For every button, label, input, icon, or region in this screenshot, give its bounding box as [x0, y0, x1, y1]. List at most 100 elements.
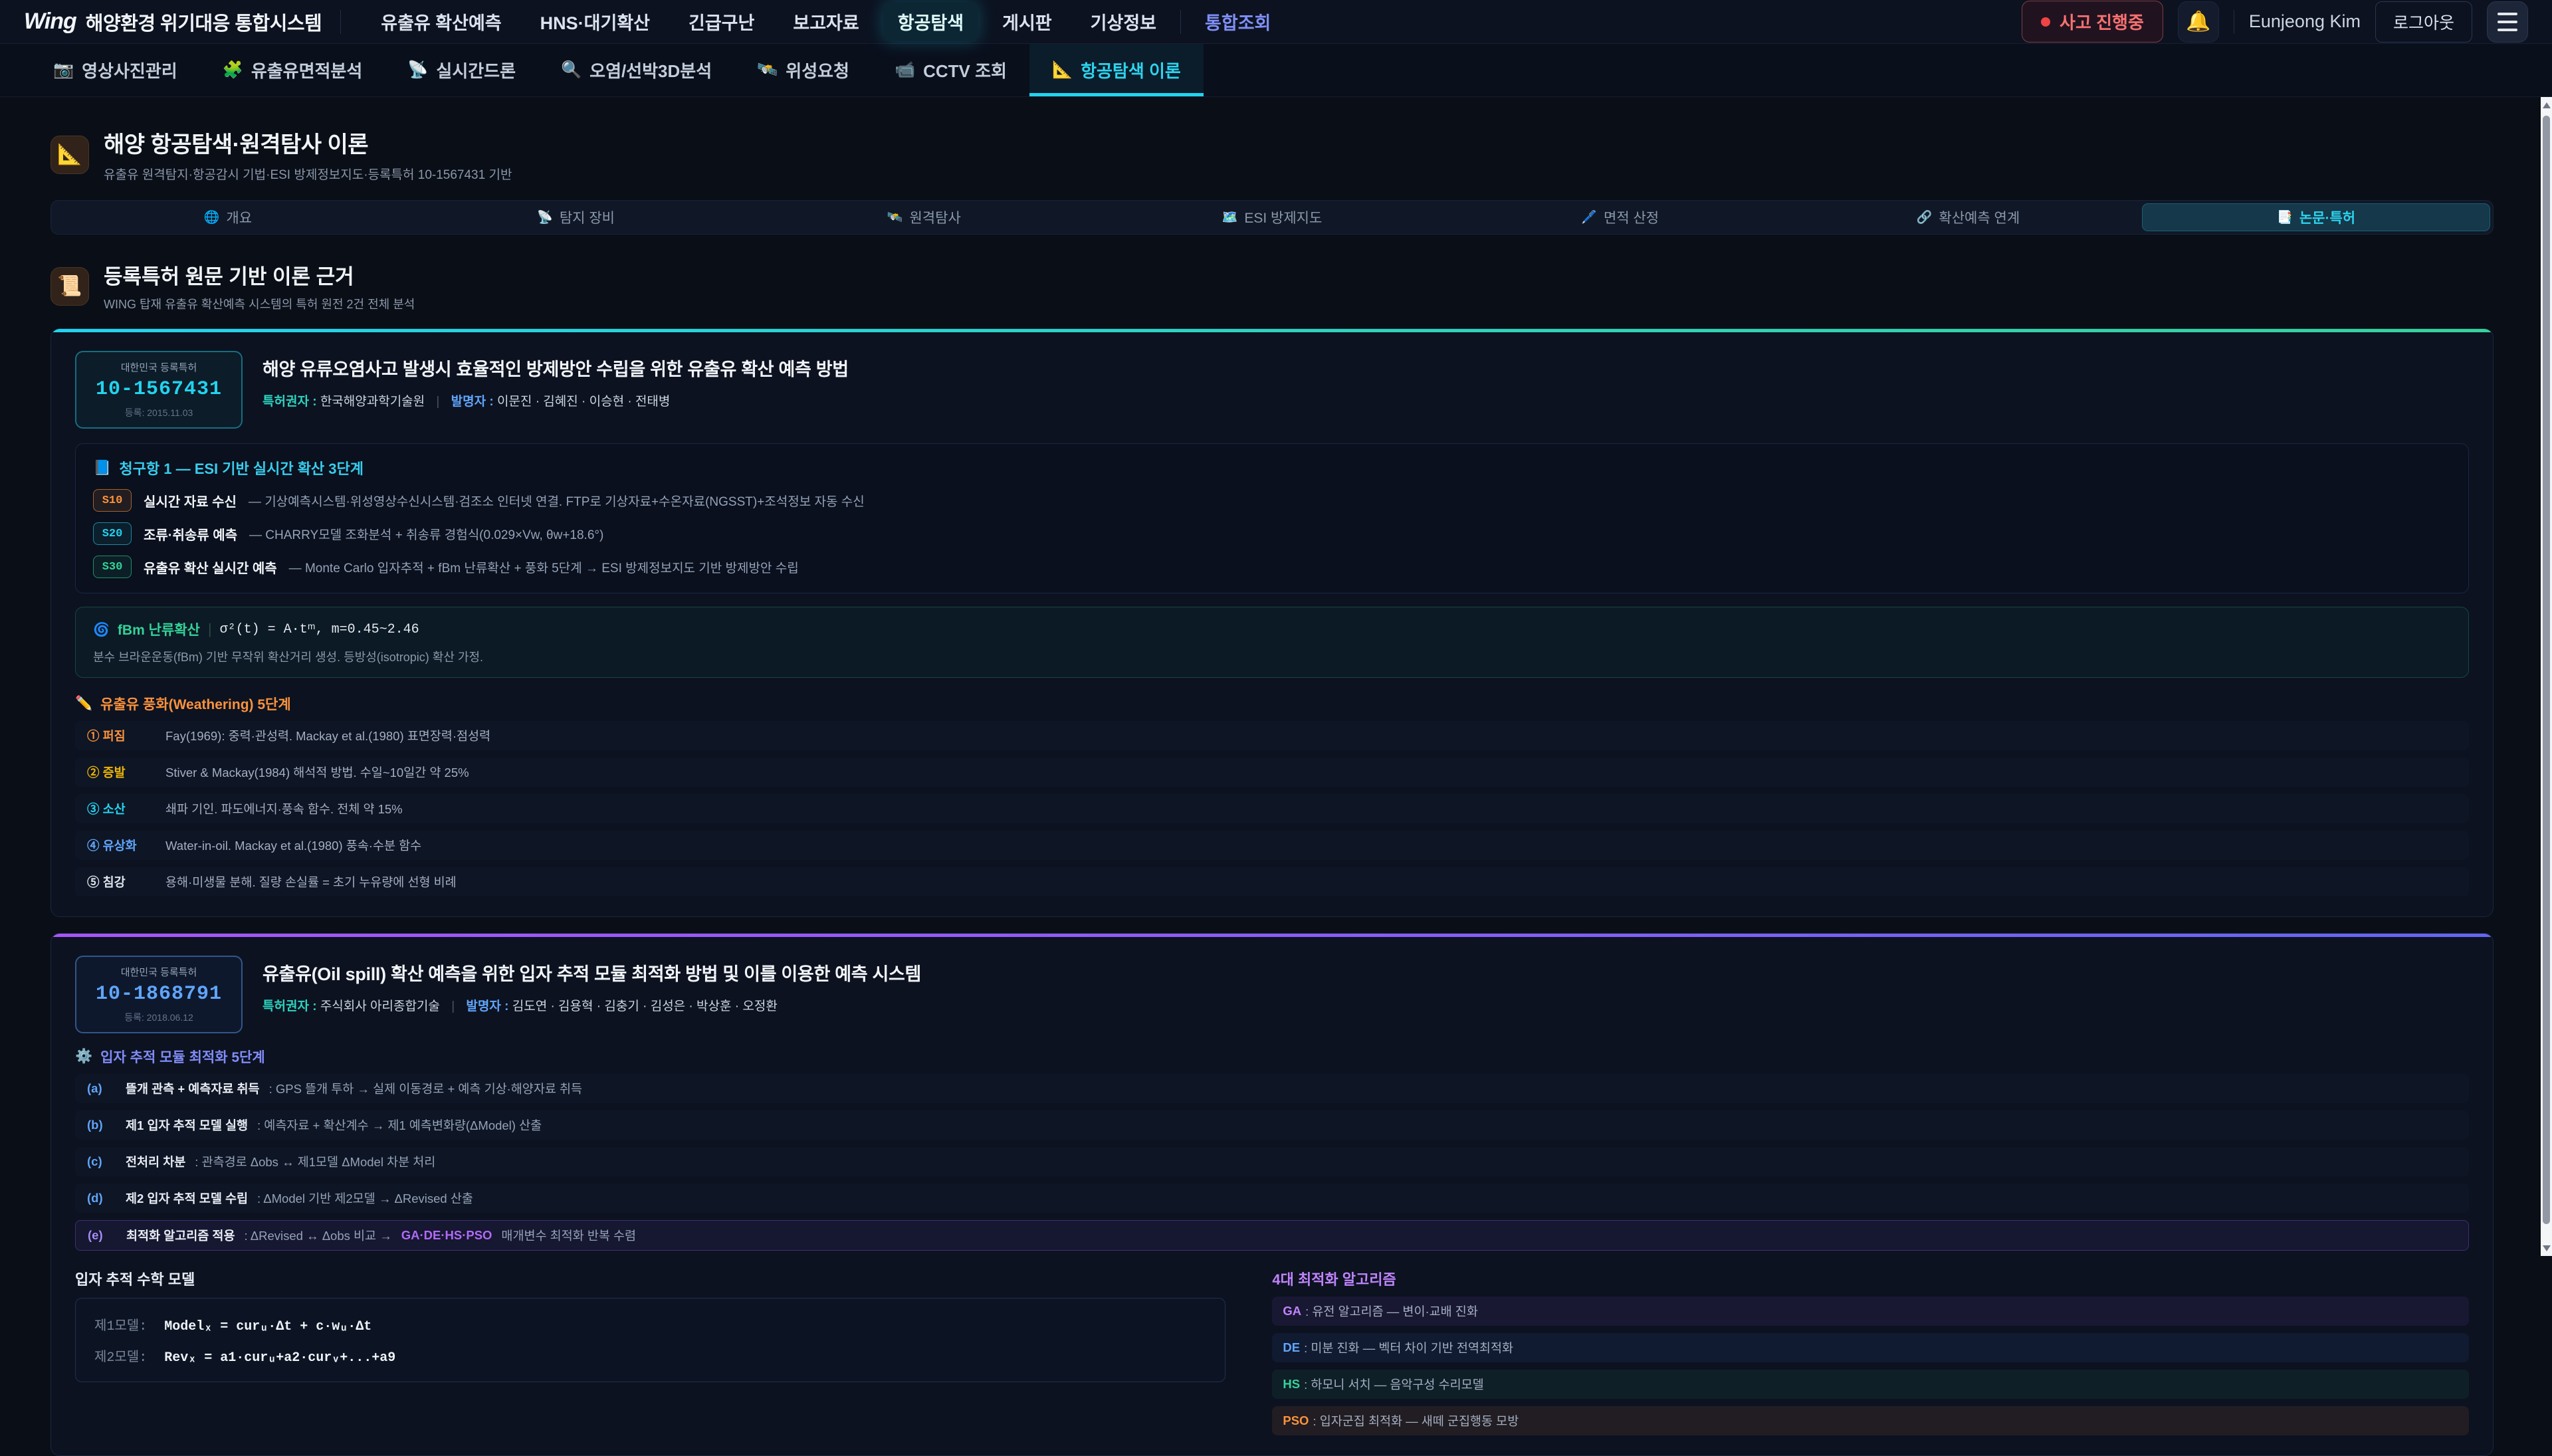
logout-button[interactable]: 로그아웃 — [2375, 1, 2472, 43]
step-badge-s10: S10 — [93, 489, 132, 512]
nav-item-reports[interactable]: 보고자료 — [778, 2, 873, 41]
tab-label: ESI 방제지도 — [1244, 207, 1322, 227]
tab-papers-patents[interactable]: 📑 논문·특허 — [2142, 203, 2490, 231]
optimization-algorithms: 4대 최적화 알고리즘 GA : 유전 알고리즘 — 변이·교배 진화 DE :… — [1272, 1268, 2469, 1435]
tab-remote-sensing[interactable]: 🛰️ 원격탐사 — [750, 203, 1098, 231]
step-title: 최적화 알고리즘 적용 — [126, 1227, 235, 1244]
claim1-box: 📘 청구항 1 — ESI 기반 실시간 확산 3단계 S10 실시간 자료 수… — [75, 443, 2469, 593]
subnav-item-realtime-drone[interactable]: 📡 실시간드론 — [385, 44, 538, 96]
scrollbar-thumb[interactable] — [2543, 116, 2550, 1224]
red-dot-icon — [2041, 17, 2050, 27]
algorithms-highlight: GA·DE·HS·PSO — [401, 1228, 492, 1243]
algorithm-desc: : 유전 알고리즘 — 변이·교배 진화 — [1305, 1302, 1478, 1320]
patent2-number: 10-1868791 — [83, 983, 235, 1005]
subnav-item-oil-area-analysis[interactable]: 🧩 유출유면적분석 — [200, 44, 385, 96]
claim1-header: 📘 청구항 1 — ESI 기반 실시간 확산 3단계 — [93, 457, 2451, 478]
subnav-label: 실시간드론 — [436, 58, 516, 82]
weathering-header-text: 유출유 풍화(Weathering) 5단계 — [100, 694, 291, 714]
patent2-meta: 특허권자 : 주식회사 아리종합기술 | 발명자 : 김도연 · 김용혁 · 김… — [263, 996, 921, 1014]
model2-formula: Revₓ = a1·curᵤ+a2·curᵥ+...+a9 — [164, 1350, 395, 1366]
tab-detection-equipment[interactable]: 📡 탐지 장비 — [402, 203, 750, 231]
algorithm-row-de: DE : 미분 진화 — 벡터 차이 기반 전역최적화 — [1272, 1333, 2469, 1362]
math-model-header: 입자 추적 수학 모델 — [75, 1268, 1225, 1289]
main-content: 📐 해양 항공탐색·원격탐사 이론 유출유 원격탐지·항공감시 기법·ESI 방… — [0, 97, 2552, 1456]
page-subtitle: 유출유 원격탐지·항공감시 기법·ESI 방제정보지도·등록특허 10-1567… — [104, 165, 512, 183]
step-title: 전처리 차분 — [126, 1153, 185, 1170]
patent-badge-label: 대한민국 등록특허 — [83, 360, 235, 374]
claim-step-row: S20 조류·취송류 예측 — CHARRY모델 조화분석 + 취송류 경험식(… — [93, 522, 2451, 545]
algorithm-desc: : 입자군집 최적화 — 새떼 군집행동 모방 — [1313, 1412, 1519, 1429]
patent-card-1: 대한민국 등록특허 10-1567431 등록: 2015.11.03 해양 유… — [51, 328, 2494, 917]
scrollbar-down-arrow[interactable] — [2541, 1240, 2552, 1256]
patent2-title: 유출유(Oil spill) 확산 예측을 위한 입자 추적 모듈 최적화 방법… — [263, 960, 921, 986]
section-icon-box: 📜 — [51, 267, 89, 306]
satellite-icon: 🛰️ — [887, 209, 903, 225]
subnav-label: 영상사진관리 — [82, 58, 177, 82]
tab-label: 면적 산정 — [1604, 207, 1659, 227]
scrollbar-up-arrow[interactable] — [2541, 97, 2552, 113]
tab-label: 논문·특허 — [2299, 207, 2355, 227]
model2-label: 제2모델: — [94, 1350, 147, 1366]
step-title: 유출유 확산 실시간 예측 — [144, 558, 277, 577]
video-camera-icon: 📹 — [895, 60, 915, 80]
pen-icon: 🖊️ — [1581, 209, 1597, 225]
inventor-label: 발명자 : — [466, 999, 508, 1013]
tab-diffusion-link[interactable]: 🔗 확산예측 연계 — [1794, 203, 2143, 231]
nav-item-emergency-rescue[interactable]: 긴급구난 — [674, 2, 769, 41]
gear-icon: ⚙️ — [75, 1049, 92, 1065]
tab-esi-map[interactable]: 🗺️ ESI 방제지도 — [1098, 203, 1446, 231]
weathering-section: ✏️ 유출유 풍화(Weathering) 5단계 ① 퍼짐 Fay(1969)… — [75, 694, 2469, 896]
algorithm-abbr: PSO — [1283, 1413, 1309, 1428]
weathering-row-emulsification: ④ 유상화 Water-in-oil. Mackay et al.(1980) … — [75, 831, 2469, 860]
subnav-item-aerial-search-theory[interactable]: 📐 항공탐색 이론 — [1029, 44, 1204, 96]
claim-step-row: S10 실시간 자료 수신 — 기상예측시스템·위성영상수신시스템·검조소 인터… — [93, 489, 2451, 512]
nav-item-weather-info[interactable]: 기상정보 — [1076, 2, 1171, 41]
tab-area-calculation[interactable]: 🖊️ 면적 산정 — [1446, 203, 1794, 231]
patent-badge-label: 대한민국 등록특허 — [83, 965, 235, 979]
inventors-value: 김도연 · 김용혁 · 김충기 · 김성은 · 박상훈 · 오정환 — [512, 999, 778, 1013]
optimization-header-text: 입자 추적 모듈 최적화 5단계 — [100, 1047, 265, 1067]
step-desc: 매개변수 최적화 반복 수렴 — [501, 1227, 636, 1244]
nav-item-hns-atmosphere[interactable]: HNS·대기확산 — [526, 2, 665, 41]
weathering-stage-desc: Stiver & Mackay(1984) 해석적 방법. 수일~10일간 약 … — [165, 764, 469, 781]
step-title: 제2 입자 추적 모델 수립 — [126, 1190, 248, 1207]
page-header: 📐 해양 항공탐색·원격탐사 이론 유출유 원격탐지·항공감시 기법·ESI 방… — [51, 126, 2494, 183]
subnav-item-pollution-ship-3d[interactable]: 🔍 오염/선박3D분석 — [538, 44, 734, 96]
triangle-ruler-icon: 📐 — [1052, 60, 1073, 80]
nav-item-integrated-search[interactable]: 통합조회 — [1190, 2, 1285, 41]
map-icon: 🗺️ — [1222, 209, 1238, 225]
weathering-stage-name: ⑤ 침강 — [87, 873, 165, 890]
weathering-row-evaporation: ② 증발 Stiver & Mackay(1984) 해석적 방법. 수일~10… — [75, 758, 2469, 787]
patent2-date: 등록: 2018.06.12 — [83, 1011, 235, 1024]
hamburger-menu-icon[interactable] — [2487, 1, 2528, 43]
step-desc: : ΔRevised ↔ Δobs 비교 → — [244, 1227, 391, 1244]
subnav-label: 유출유면적분석 — [251, 58, 362, 82]
owner-value: 주식회사 아리종합기술 — [320, 999, 440, 1013]
tab-overview[interactable]: 🌐 개요 — [54, 203, 402, 231]
step-desc: — 기상예측시스템·위성영상수신시스템·검조소 인터넷 연결. FTP로 기상자… — [249, 492, 865, 510]
step-badge-s20: S20 — [93, 522, 132, 545]
theory-tab-strip: 🌐 개요 📡 탐지 장비 🛰️ 원격탐사 🗺️ ESI 방제지도 🖊️ 면적 산… — [51, 200, 2494, 235]
nav-item-aerial-search[interactable]: 항공탐색 — [883, 2, 978, 41]
fbm-diffusion-box: 🌀 fBm 난류확산 | σ²(t) = A·tᵐ, m=0.45~2.46 분… — [75, 607, 2469, 678]
patent1-header: 대한민국 등록특허 10-1567431 등록: 2015.11.03 해양 유… — [75, 351, 2469, 429]
nav-item-board[interactable]: 게시판 — [988, 2, 1067, 41]
step-label: (e) — [88, 1228, 117, 1243]
weathering-row-spreading: ① 퍼짐 Fay(1969): 중력·관성력. Mackay et al.(19… — [75, 721, 2469, 750]
meta-separator: | — [451, 999, 455, 1013]
brand[interactable]: Wing 해양환경 위기대응 통합시스템 — [24, 8, 322, 36]
notification-button[interactable]: 🔔 — [2178, 1, 2219, 43]
subnav-item-cctv[interactable]: 📹 CCTV 조회 — [872, 44, 1029, 96]
subnav-item-photo-management[interactable]: 📷 영상사진관리 — [31, 44, 200, 96]
patent1-meta: 특허권자 : 한국해양과학기술원 | 발명자 : 이문진 · 김혜진 · 이승현… — [263, 391, 849, 409]
main-menu: 유출유 확산예측 HNS·대기확산 긴급구난 보고자료 항공탐색 게시판 기상정… — [366, 2, 2003, 41]
nav-item-oil-spill-prediction[interactable]: 유출유 확산예측 — [366, 2, 516, 41]
bookmark-tabs-icon: 📑 — [2277, 209, 2293, 225]
vertical-scrollbar[interactable] — [2541, 97, 2552, 1256]
subnav-item-satellite-request[interactable]: 🛰️ 위성요청 — [734, 44, 872, 96]
algorithm-row-pso: PSO : 입자군집 최적화 — 새떼 군집행동 모방 — [1272, 1406, 2469, 1435]
subnav-label: 항공탐색 이론 — [1081, 58, 1181, 82]
algorithm-abbr: DE — [1283, 1340, 1300, 1355]
bottom-grid: 입자 추적 수학 모델 제1모델: Modelₓ = curᵤ·Δt + c·w… — [75, 1268, 2469, 1435]
book-icon: 📘 — [93, 459, 111, 476]
